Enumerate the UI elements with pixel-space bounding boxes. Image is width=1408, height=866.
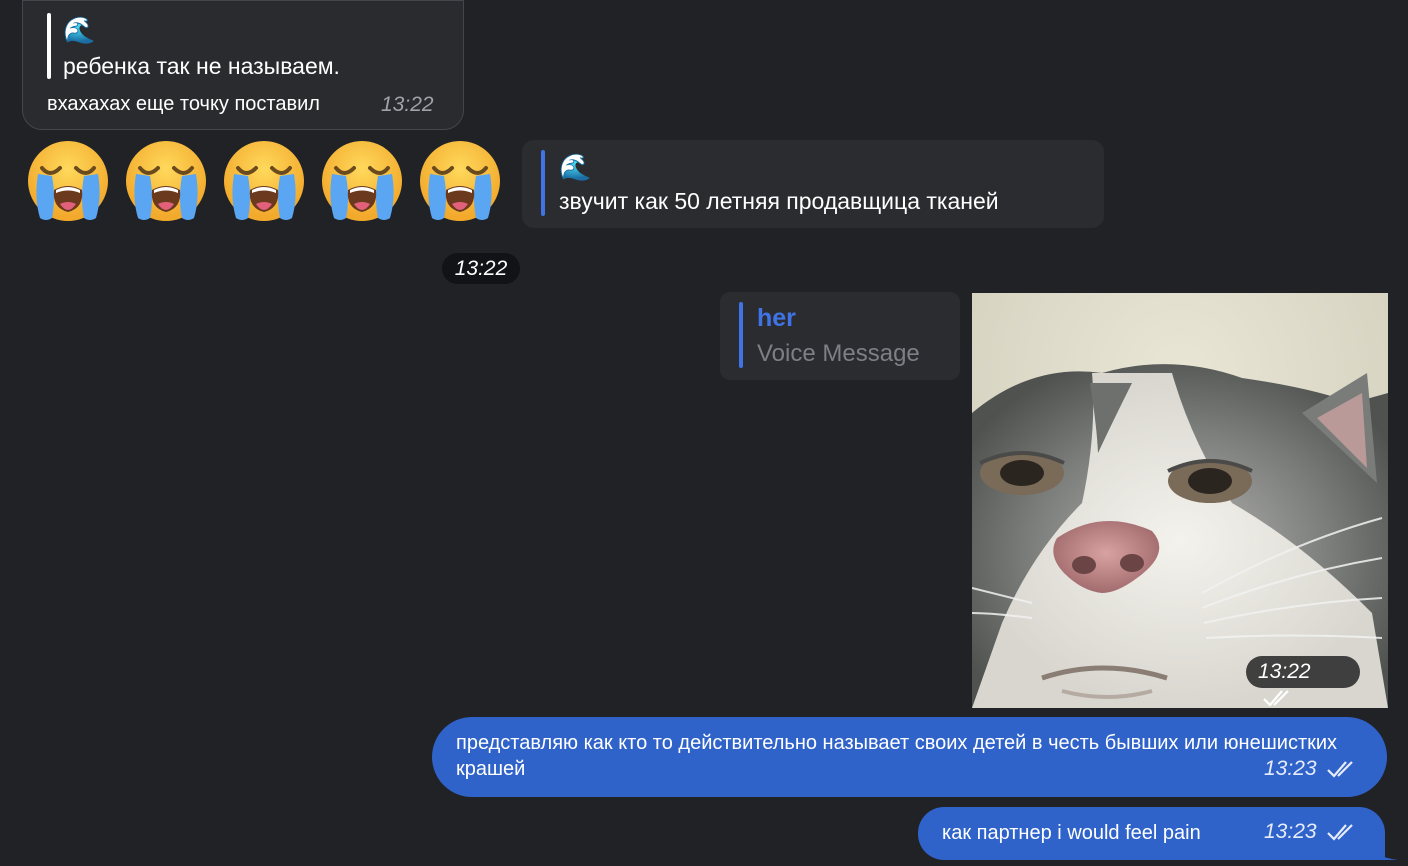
- bubble-tail: [1366, 838, 1398, 860]
- time-separator: 13:22: [442, 253, 520, 284]
- reply-text: звучит как 50 летняя продавщица тканей: [559, 188, 999, 214]
- double-check-icon: [1327, 824, 1354, 842]
- photo-time: 13:22: [1246, 656, 1360, 707]
- message-text: вхахахах еще точку поставил: [47, 93, 320, 115]
- loudly-crying-face-icon: [224, 141, 304, 221]
- loudly-crying-face-icon: [420, 141, 500, 221]
- emoji-message[interactable]: [24, 138, 504, 224]
- message-time-text: 13:23: [1264, 757, 1317, 780]
- loudly-crying-face-icon: [322, 141, 402, 221]
- wave-emoji-icon: 🌊: [63, 15, 96, 45]
- voice-message-label: Voice Message: [757, 340, 920, 367]
- incoming-message-bubble[interactable]: 🌊 ребенка так не называем. вхахахах еще …: [22, 0, 464, 130]
- message-text: представляю как кто то действительно наз…: [456, 732, 1338, 780]
- message-time: 13:23: [1264, 757, 1360, 781]
- outgoing-message-bubble[interactable]: как партнер i would feel pain 13:23: [918, 807, 1385, 860]
- quote-bar: [739, 302, 743, 368]
- message-time: 13:23: [1264, 820, 1360, 844]
- loudly-crying-face-icon: [126, 141, 206, 221]
- double-check-icon: [1327, 761, 1354, 779]
- quote-text: ребенка так не называем.: [63, 53, 340, 79]
- quote-bar: [541, 150, 545, 216]
- photo-message[interactable]: 13:22: [972, 293, 1388, 708]
- photo-time-text: 13:22: [1258, 660, 1311, 683]
- quote-bar: [47, 13, 51, 79]
- voice-reply-card[interactable]: her Voice Message: [720, 292, 960, 380]
- double-check-icon: [1263, 690, 1289, 707]
- reply-sender-name: her: [757, 304, 796, 332]
- message-time: 13:22: [381, 93, 434, 116]
- wave-emoji-icon: 🌊: [559, 152, 592, 182]
- outgoing-message-bubble[interactable]: представляю как кто то действительно наз…: [432, 717, 1387, 797]
- loudly-crying-face-icon: [28, 141, 108, 221]
- reply-quote-card[interactable]: 🌊 звучит как 50 летняя продавщица тканей: [522, 140, 1104, 228]
- message-text: как партнер i would feel pain: [942, 822, 1201, 844]
- chat-area: 🌊 ребенка так не называем. вхахахах еще …: [0, 0, 1408, 866]
- message-time-text: 13:23: [1264, 820, 1317, 843]
- cat-face-photo-icon: [972, 293, 1388, 708]
